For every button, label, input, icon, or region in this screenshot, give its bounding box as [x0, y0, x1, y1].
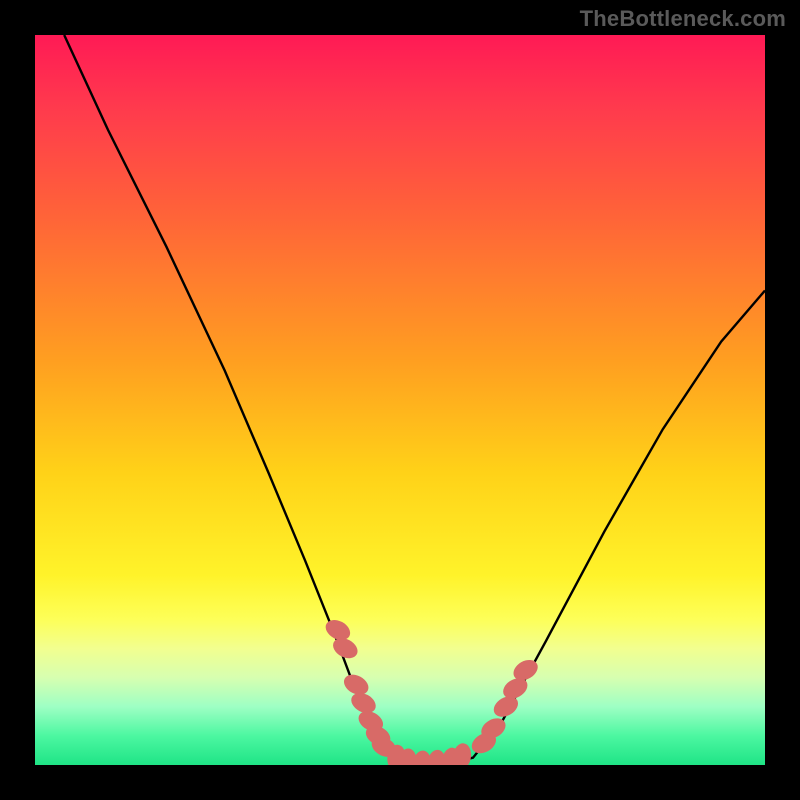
plot-area	[35, 35, 765, 765]
chart-svg	[35, 35, 765, 765]
bottleneck-curve	[64, 35, 765, 765]
watermark-text: TheBottleneck.com	[580, 6, 786, 32]
dot-group	[322, 616, 541, 765]
curve-group	[64, 35, 765, 765]
chart-frame: TheBottleneck.com	[0, 0, 800, 800]
data-dot	[451, 742, 472, 765]
